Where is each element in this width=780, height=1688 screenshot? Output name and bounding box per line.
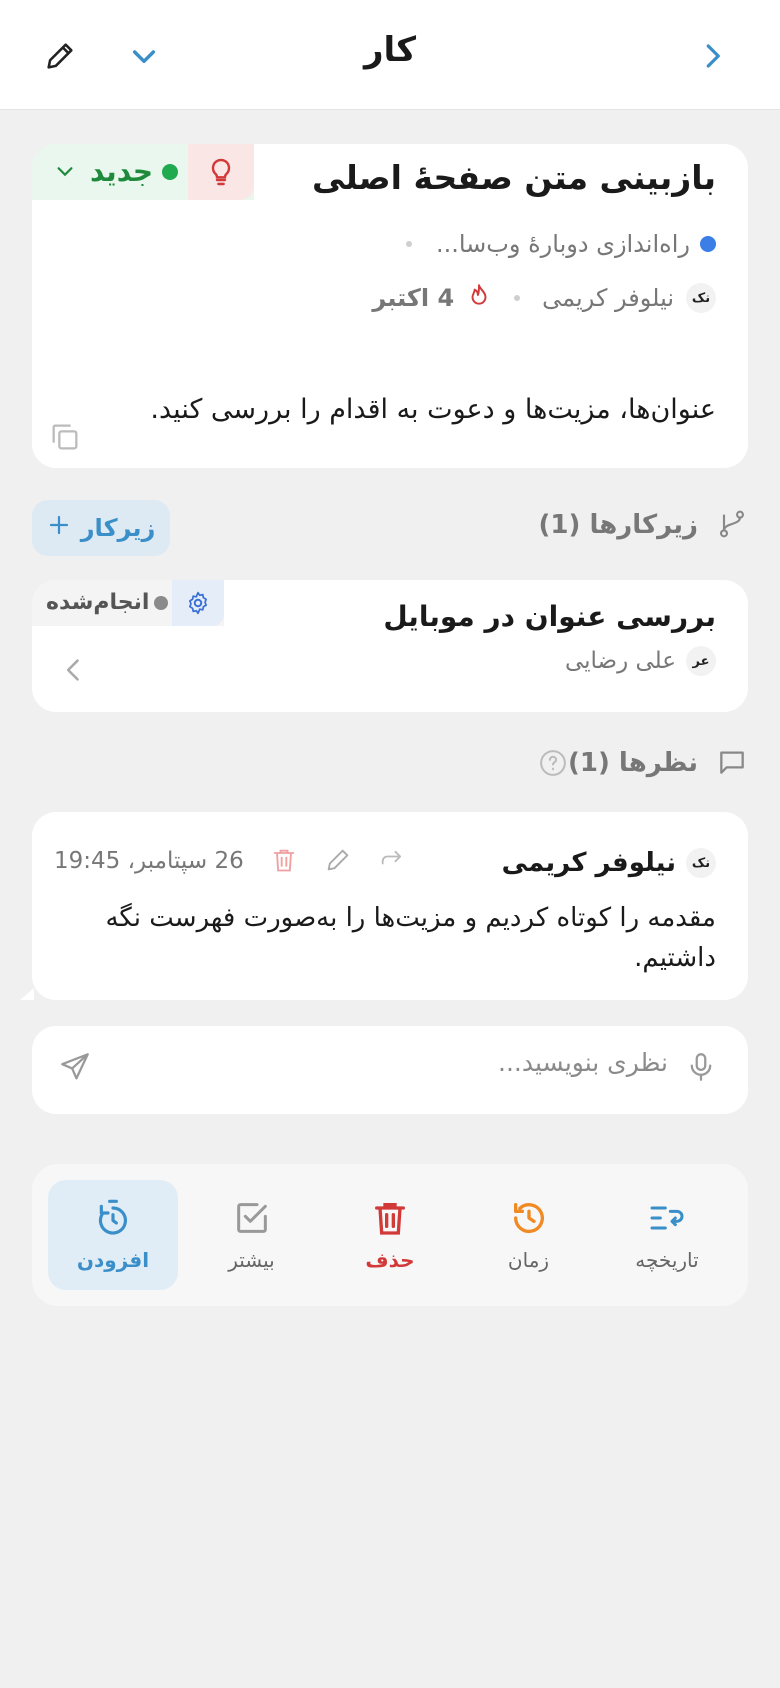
- separator-dot: [405, 241, 412, 247]
- comment-timestamp: 26 سپتامبر، 19:45: [54, 848, 244, 874]
- comment-icon: [716, 746, 748, 782]
- avatar: نک: [686, 848, 716, 878]
- add-subtask-button[interactable]: زیرکار: [32, 500, 170, 556]
- help-circle-icon[interactable]: [538, 748, 568, 782]
- lightbulb-icon: [211, 158, 231, 186]
- branch-icon: [716, 508, 748, 544]
- action-label: زمان: [507, 1248, 550, 1272]
- clock-rewind-icon: [513, 1203, 544, 1234]
- project-name: راه‌اندازی دوبارهٔ وب‌سا...: [435, 230, 690, 258]
- subtask-status-label: انجام‌شده: [46, 590, 150, 615]
- comment-actions: [270, 846, 406, 878]
- more-button[interactable]: بیشتر: [187, 1180, 317, 1290]
- comment-card: نک نیلوفر کریمی 26 سپتامبر، 19:45 مقدمه …: [20, 812, 748, 1000]
- reply-icon[interactable]: [378, 846, 406, 878]
- subtask-meta: عر علی رضایی: [565, 646, 716, 676]
- add-button[interactable]: افزودن: [48, 1180, 178, 1290]
- trash-icon: [375, 1203, 405, 1235]
- subtasks-section-header: زیرکارها (1) زیرکار: [32, 500, 748, 556]
- task-title[interactable]: بازبینی متن صفحهٔ اصلی: [312, 158, 716, 197]
- chevron-down-icon[interactable]: [120, 32, 168, 80]
- action-label: افزودن: [76, 1248, 150, 1272]
- due-date[interactable]: 4 اکتبر: [372, 284, 454, 312]
- timer-add-icon: [98, 1199, 128, 1235]
- subtask-assignee: علی رضایی: [564, 648, 676, 674]
- time-button[interactable]: زمان: [464, 1180, 594, 1290]
- flame-icon: [466, 282, 492, 314]
- history-list-icon: [650, 1206, 684, 1230]
- chevron-down-icon: [54, 160, 76, 186]
- edit-pencil-icon[interactable]: [324, 846, 352, 878]
- project-row[interactable]: راه‌اندازی دوبارهٔ وب‌سا...: [405, 230, 716, 258]
- project-color-dot: [700, 236, 716, 252]
- subtask-title: بررسی عنوان در موبایل: [383, 600, 716, 633]
- history-button[interactable]: تاریخچه: [602, 1180, 732, 1290]
- edit-pencil-icon[interactable]: [36, 32, 84, 80]
- checkbox-icon: [236, 1203, 267, 1233]
- separator-dot: [514, 295, 521, 301]
- status-dot: [162, 164, 178, 180]
- bubble-tail: [20, 988, 34, 1000]
- comment-author-name: نیلوفر کریمی: [501, 848, 676, 878]
- action-label: بیشتر: [228, 1248, 275, 1272]
- comments-label: نظرها (1): [568, 748, 698, 778]
- subtask-settings[interactable]: [172, 580, 224, 626]
- task-description[interactable]: عنوان‌ها، مزیت‌ها و دعوت به اقدام را برر…: [150, 394, 716, 425]
- action-label: تاریخچه: [635, 1248, 699, 1272]
- copy-icon[interactable]: [48, 420, 82, 458]
- status-dot: [154, 596, 168, 610]
- task-action-bar: تاریخچه زمان حذف بیشتر افزودن: [32, 1164, 748, 1306]
- idea-toggle[interactable]: [188, 144, 254, 200]
- comments-section-header: نظرها (1): [32, 738, 748, 794]
- task-meta-row: نک نیلوفر کریمی 4 اکتبر: [372, 282, 716, 314]
- microphone-icon[interactable]: [684, 1050, 718, 1088]
- comment-text: مقدمه را کوتاه کردیم و مزیت‌ها را به‌صور…: [105, 903, 716, 973]
- task-card: بازبینی متن صفحهٔ اصلی جدید راه‌اندازی د…: [32, 144, 748, 468]
- top-app-bar: کار: [0, 0, 780, 110]
- gear-icon: [189, 591, 207, 615]
- action-label: حذف: [365, 1248, 415, 1272]
- subtask-card[interactable]: بررسی عنوان در موبایل عر علی رضایی انجام…: [32, 580, 748, 712]
- avatar: نک: [686, 283, 716, 313]
- subtasks-label: زیرکارها (1): [538, 510, 698, 540]
- send-icon[interactable]: [58, 1050, 92, 1088]
- subtask-add-label: زیرکار: [80, 514, 156, 542]
- trash-icon[interactable]: [270, 846, 298, 878]
- delete-button[interactable]: حذف: [325, 1180, 455, 1290]
- comment-input[interactable]: [148, 1048, 668, 1077]
- plus-icon: [47, 513, 71, 543]
- comment-author: نک نیلوفر کریمی: [502, 848, 716, 878]
- chevron-left-icon: [60, 656, 88, 688]
- status-label: جدید: [90, 155, 154, 188]
- assignee-name[interactable]: نیلوفر کریمی: [542, 284, 674, 312]
- comment-composer: [32, 1026, 748, 1114]
- avatar: عر: [686, 646, 716, 676]
- page-title: کار: [363, 30, 417, 70]
